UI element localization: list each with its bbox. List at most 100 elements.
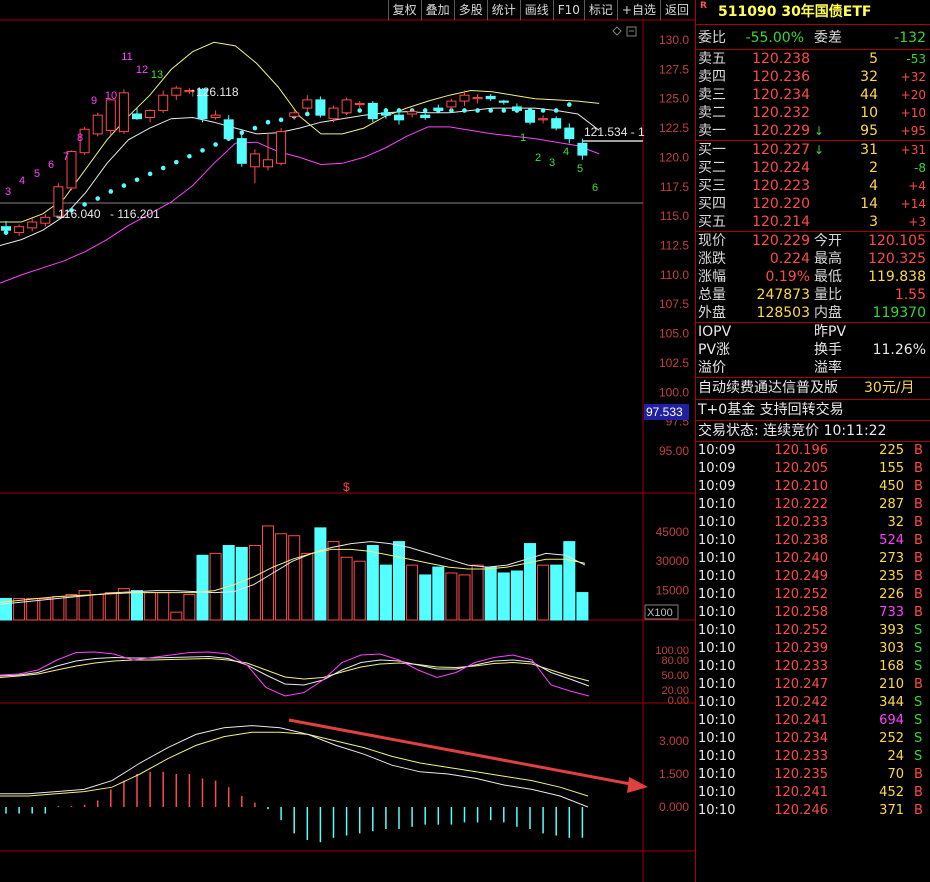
level-label: 买一 <box>698 142 726 158</box>
kdj-axis-label: 0.00 <box>668 695 689 707</box>
bid-level-row[interactable]: 买三 120.223 4 +4 <box>696 177 930 195</box>
ask-level-row[interactable]: 卖二 120.232 10 +10 <box>696 104 930 122</box>
overlay-button[interactable]: 叠加 <box>420 0 454 20</box>
sar-dot <box>488 108 494 113</box>
tick-volume: 226 <box>879 587 904 602</box>
diamond-icon[interactable] <box>612 26 622 36</box>
level-change: +3 <box>908 215 926 229</box>
price-axis-label: 95.00 <box>659 444 689 458</box>
stat-label: 涨跌 <box>698 251 726 267</box>
tick-list[interactable]: 10:09 120.196 225 B 10:09 120.205 155 B 10:09 120… <box>696 442 930 820</box>
high-price-value: 126.118 <box>196 85 239 99</box>
td-down-count: 3 <box>549 157 555 169</box>
down-arrow-icon: ↓ <box>814 143 825 157</box>
mark-button[interactable]: 标记 <box>583 0 617 20</box>
pv-change-row: PV涨 换手 11.26% <box>696 341 930 359</box>
iopv-label: IOPV <box>698 324 732 340</box>
candle-body <box>92 114 103 135</box>
tick-side: B <box>914 497 923 512</box>
kline-chart-area[interactable]: 3 4 5 6 7 8 9 10 11 12 13 1 2 3 4 5 6 130.0 127.5 125.0 122… <box>0 0 695 882</box>
tick-price: 120.241 <box>774 785 828 800</box>
promo-row[interactable]: 自动续费通达信普及版 30元/月 <box>696 378 930 399</box>
promo-text[interactable]: 自动续费通达信普及版 <box>698 378 838 399</box>
low-price-label-1: 116.040 <box>58 207 101 221</box>
bid-level-row[interactable]: 买四 120.220 14 +14 <box>696 195 930 213</box>
stats-row: 现价 120.229 今开 120.105 <box>696 232 930 250</box>
quote-title-bar: R 511090 30年国债ETF <box>696 0 930 25</box>
tick-time: 10:10 <box>698 677 736 692</box>
statistics-button[interactable]: 统计 <box>486 0 520 20</box>
tick-side: S <box>914 623 923 638</box>
ask-level-row[interactable]: 卖四 120.236 32 +32 <box>696 68 930 86</box>
price-axis-label: 100.0 <box>659 385 689 399</box>
level-volume: 2 <box>869 160 878 176</box>
candle-body <box>289 112 300 117</box>
tick-volume: 70 <box>887 767 904 782</box>
draw-line-button[interactable]: 画线 <box>519 0 553 20</box>
bid-level-row[interactable]: 买二 120.224 2 -8 <box>696 159 930 177</box>
panel-toggle-icon[interactable] <box>626 26 637 37</box>
level-change: +95 <box>900 124 926 138</box>
kline-chart[interactable]: 3456789 101112 1312 3456 130.0127.5125.0122… <box>0 0 695 882</box>
level-label: 卖三 <box>698 87 726 103</box>
macd-dif-line <box>0 725 589 808</box>
tick-side: B <box>914 443 923 458</box>
bid-level-row[interactable]: 买一 120.227 ↓ 31 +31 <box>696 141 930 159</box>
tick-volume: 287 <box>879 497 904 512</box>
volume-bar <box>209 552 222 621</box>
sar-dot <box>108 189 114 194</box>
td-up-count: 10 <box>105 90 117 102</box>
volume-bar <box>144 592 157 621</box>
sar-dot <box>396 108 402 113</box>
ask-level-row[interactable]: 卖一 120.229 ↓ 95 +95 <box>696 122 930 140</box>
volume-bar <box>131 590 143 621</box>
level-volume: 44 <box>860 87 878 103</box>
tick-row: 10:10 120.246 371 B <box>696 802 930 820</box>
bid-level-row[interactable]: 买五 120.214 3 +3 <box>696 213 930 231</box>
tick-row: 10:10 120.247 210 B <box>696 676 930 694</box>
candle-body <box>341 99 352 114</box>
level-price: 120.224 <box>752 160 810 176</box>
tick-volume: 393 <box>879 623 904 638</box>
tick-volume: 155 <box>879 461 904 476</box>
tick-volume: 252 <box>879 731 904 746</box>
add-watchlist-button[interactable]: +自选 <box>616 0 660 20</box>
sar-dot <box>200 148 205 153</box>
price-axis-label: 125.0 <box>659 92 689 106</box>
tick-side: S <box>914 731 923 746</box>
sar-dot <box>567 102 572 107</box>
tick-price: 120.234 <box>774 731 828 746</box>
tick-time: 10:10 <box>698 605 736 620</box>
tick-time: 10:10 <box>698 695 736 710</box>
tick-price: 120.205 <box>774 461 828 476</box>
fuquan-button[interactable]: 复权 <box>387 0 421 20</box>
tick-row: 10:10 120.252 393 S <box>696 622 930 640</box>
candle-body <box>263 159 273 168</box>
tick-price: 120.247 <box>774 677 828 692</box>
level-label: 买四 <box>698 196 726 212</box>
back-button[interactable]: 返回 <box>659 0 693 20</box>
multi-stock-button[interactable]: 多股 <box>453 0 487 20</box>
tick-side: B <box>914 479 923 494</box>
candle-body <box>459 94 470 102</box>
stat-label: 今开 <box>814 233 842 249</box>
volume-unit-label: X100 <box>647 607 673 619</box>
f10-button[interactable]: F10 <box>552 0 584 20</box>
sar-dot <box>540 108 546 113</box>
level-change: +14 <box>900 197 926 211</box>
volume-bar <box>445 572 458 621</box>
stats-block: 现价 120.229 今开 120.105 涨跌 0.224 最高 120.325 涨幅 0.19… <box>696 232 930 322</box>
premium-row: 溢价 溢率 <box>696 359 930 377</box>
tick-price: 120.249 <box>774 569 828 584</box>
ask-level-row[interactable]: 卖三 120.234 44 +20 <box>696 86 930 104</box>
tick-volume: 225 <box>879 443 904 458</box>
tick-time: 10:10 <box>698 533 736 548</box>
price-axis-label: 120.0 <box>659 150 689 164</box>
tick-price: 120.252 <box>774 623 828 638</box>
volume-bar <box>222 545 235 621</box>
promo-price[interactable]: 30元/月 <box>864 378 915 399</box>
ask-levels: 卖五 120.238 5 -53 卖四 120.236 32 +32 卖三 120.234 44 +2… <box>696 50 930 140</box>
ask-level-row[interactable]: 卖五 120.238 5 -53 <box>696 50 930 68</box>
diff-value: -132 <box>894 30 926 46</box>
td-up-count: 9 <box>91 95 97 107</box>
